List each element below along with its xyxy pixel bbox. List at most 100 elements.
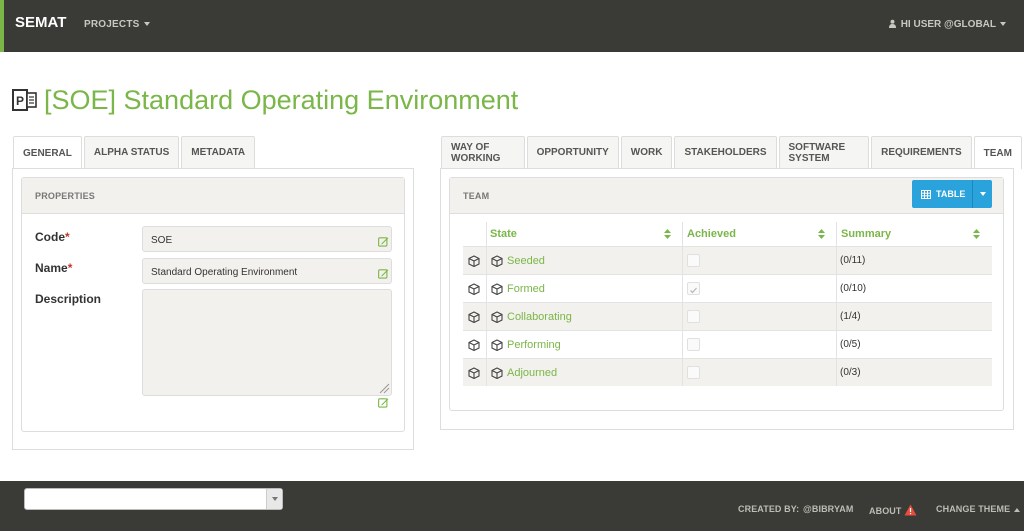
created-by-label: CREATED BY:: [738, 504, 800, 514]
column-divider: [682, 222, 683, 386]
footer-select[interactable]: [24, 488, 283, 510]
table-view-label[interactable]: TABLE: [912, 180, 973, 208]
projects-menu[interactable]: PROJECTS: [84, 19, 150, 30]
chevron-down-icon: [979, 192, 986, 196]
right-tab-bar: WAY OF WORKING OPPORTUNITY WORK STAKEHOL…: [441, 136, 1024, 169]
svg-text:P: P: [16, 94, 24, 108]
tab-general[interactable]: GENERAL: [13, 136, 82, 169]
view-dropdown-toggle[interactable]: [973, 192, 992, 196]
name-field[interactable]: Standard Operating Environment: [142, 258, 392, 284]
tab-stakeholders[interactable]: STAKEHOLDERS: [674, 136, 777, 168]
code-field[interactable]: SOE: [142, 226, 392, 252]
footer: CREATED BY: @BIBRYAM ABOUT CHANGE THEME: [0, 481, 1024, 531]
cube-icon: [491, 367, 503, 379]
column-divider: [836, 222, 837, 386]
required-marker: *: [65, 230, 70, 244]
table-row[interactable]: Formed (0/10): [463, 274, 992, 302]
code-label-text: Code: [35, 230, 65, 244]
edit-icon[interactable]: [378, 236, 389, 247]
state-link[interactable]: Collaborating: [507, 311, 572, 323]
table-view-button[interactable]: TABLE: [912, 180, 992, 208]
sort-icon[interactable]: [973, 229, 980, 239]
table-icon: [921, 189, 931, 199]
change-theme-menu[interactable]: CHANGE THEME: [936, 504, 1021, 514]
page-title-text: [SOE] Standard Operating Environment: [44, 84, 519, 115]
cube-icon: [491, 311, 503, 323]
change-theme-label: CHANGE THEME: [936, 504, 1011, 514]
author-link[interactable]: @BIBRYAM: [803, 504, 853, 514]
cube-icon: [491, 283, 503, 295]
summary-value: (0/5): [840, 339, 861, 350]
description-textarea[interactable]: [142, 289, 392, 396]
cube-icon: [491, 339, 503, 351]
summary-value: (0/3): [840, 367, 861, 378]
chevron-up-icon: [1014, 507, 1021, 512]
tab-alpha-status[interactable]: ALPHA STATUS: [83, 136, 180, 168]
resize-handle-icon[interactable]: [379, 383, 390, 394]
achieved-checkbox-checked: [687, 282, 700, 295]
cube-icon: [468, 255, 480, 267]
brand-logo[interactable]: SEMAT: [0, 0, 68, 52]
column-header-summary[interactable]: Summary: [837, 222, 891, 246]
code-value: SOE: [151, 235, 173, 246]
required-marker: *: [67, 261, 73, 275]
select-arrow[interactable]: [266, 489, 282, 509]
code-label: Code*: [35, 230, 70, 244]
state-link[interactable]: Seeded: [507, 255, 545, 267]
user-icon: [888, 19, 896, 28]
project-icon: P: [12, 89, 37, 111]
cube-icon: [468, 283, 480, 295]
sort-icon[interactable]: [664, 229, 671, 239]
cube-icon: [468, 339, 480, 351]
state-link[interactable]: Formed: [507, 283, 545, 295]
properties-header: PROPERTIES: [22, 178, 404, 214]
left-tab-bar: GENERAL ALPHA STATUS METADATA: [13, 136, 257, 169]
user-menu[interactable]: HI USER @GLOBAL: [888, 19, 1006, 30]
user-menu-label: HI USER @GLOBAL: [900, 19, 996, 30]
column-header-state[interactable]: State: [486, 222, 517, 246]
about-label: ABOUT: [869, 506, 902, 516]
top-navbar: SEMAT PROJECTS HI USER @GLOBAL: [0, 0, 1024, 52]
chevron-down-icon: [143, 22, 150, 27]
sort-icon[interactable]: [818, 229, 825, 239]
name-label-text: Name: [35, 261, 68, 275]
table-row[interactable]: Collaborating (1/4): [463, 302, 992, 330]
table-row[interactable]: Performing (0/5): [463, 330, 992, 358]
cube-icon: [491, 255, 503, 267]
chevron-down-icon: [271, 497, 278, 501]
cube-icon: [468, 367, 480, 379]
achieved-checkbox: [687, 366, 700, 379]
table-view-text: TABLE: [936, 189, 966, 199]
tab-opportunity[interactable]: OPPORTUNITY: [526, 136, 619, 168]
column-header-achieved[interactable]: Achieved: [683, 222, 736, 246]
summary-value: (0/10): [840, 283, 867, 294]
tab-requirements[interactable]: REQUIREMENTS: [871, 136, 972, 168]
page-title: P [SOE] Standard Operating Environment: [12, 84, 518, 116]
edit-icon[interactable]: [378, 268, 389, 279]
name-value: Standard Operating Environment: [151, 267, 298, 278]
name-label: Name*: [35, 261, 72, 275]
column-divider: [486, 222, 487, 386]
tab-software-system[interactable]: SOFTWARE SYSTEM: [778, 136, 870, 168]
about-link[interactable]: ABOUT: [869, 504, 917, 516]
state-link[interactable]: Adjourned: [507, 367, 557, 379]
chevron-down-icon: [1000, 22, 1006, 27]
projects-menu-label: PROJECTS: [84, 19, 140, 30]
achieved-checkbox: [687, 254, 700, 267]
description-label: Description: [35, 292, 102, 306]
check-icon: [690, 287, 697, 294]
tab-team[interactable]: TEAM: [973, 136, 1022, 169]
edit-icon[interactable]: [378, 397, 389, 408]
achieved-checkbox: [687, 338, 700, 351]
summary-value: (0/11): [840, 255, 866, 266]
tab-metadata[interactable]: METADATA: [181, 136, 256, 168]
tab-way-of-working[interactable]: WAY OF WORKING: [441, 136, 525, 168]
state-link[interactable]: Performing: [507, 339, 561, 351]
summary-value: (1/4): [840, 311, 861, 322]
tab-work[interactable]: WORK: [620, 136, 673, 168]
warning-icon: [904, 504, 916, 516]
table-row[interactable]: Adjourned (0/3): [463, 358, 992, 386]
table-row[interactable]: Seeded (0/11): [463, 246, 992, 274]
achieved-checkbox: [687, 310, 700, 323]
cube-icon: [468, 311, 480, 323]
